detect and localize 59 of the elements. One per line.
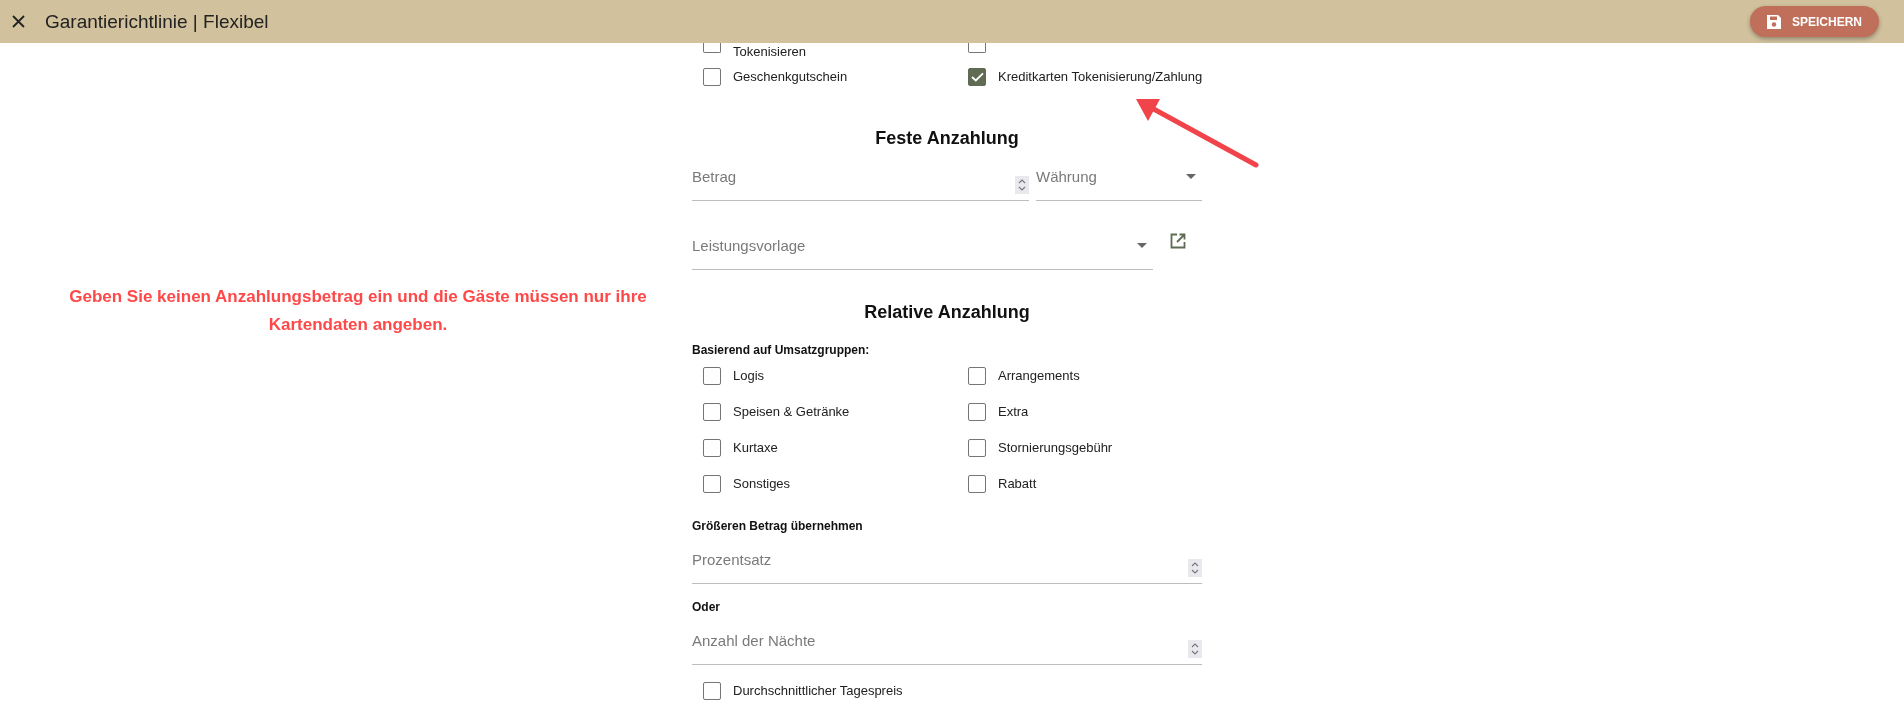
dropdown-caret-icon[interactable]	[1137, 243, 1147, 248]
checkbox[interactable]	[703, 43, 721, 53]
checkbox-label: Rabatt	[998, 475, 1037, 493]
save-icon	[1766, 13, 1782, 30]
checkbox-label: Geschenkgutschein	[733, 68, 848, 86]
section-heading: Feste Anzahlung	[874, 128, 1020, 149]
checkbox[interactable]	[703, 682, 721, 700]
checkmark-icon	[970, 72, 984, 82]
checkbox[interactable]	[968, 367, 986, 385]
checkbox-label: Logis	[733, 367, 765, 385]
checkbox-item[interactable]: Durchschnittlicher Tagespreis	[703, 682, 968, 700]
checkbox[interactable]	[968, 403, 986, 421]
currency-select[interactable]: Währung	[1036, 162, 1182, 190]
checkbox-label: Tokenisieren	[733, 43, 806, 61]
close-icon[interactable]	[12, 15, 25, 28]
checkbox-label: Stornierungsgebühr	[998, 439, 1113, 457]
group-label: Basierend auf Umsatzgruppen:	[692, 343, 871, 357]
option-label: Oder	[692, 600, 721, 614]
checkbox[interactable]	[703, 403, 721, 421]
checkbox[interactable]	[968, 439, 986, 457]
percentage-field[interactable]: Prozentsatz	[692, 545, 1188, 573]
dropdown-caret-icon[interactable]	[1186, 174, 1196, 179]
hint-text: Geben Sie keinen Anzahlungsbetrag ein und die Gäste müssen nur ihre Kartendaten angeben.	[68, 286, 648, 336]
checkbox-label: Extra	[998, 403, 1029, 421]
page-title: Garantierichtlinie | Flexibel	[45, 10, 269, 33]
save-button[interactable]: SPEICHERN	[1750, 6, 1879, 37]
checkbox-item[interactable]: Rabatt	[968, 475, 1213, 493]
checkbox-item[interactable]: Kurtaxe	[703, 439, 968, 457]
checkbox-item[interactable]: Geschenkgutschein	[703, 68, 968, 86]
spinner-icon[interactable]	[1015, 176, 1029, 194]
spinner-icon[interactable]	[1188, 640, 1202, 658]
checkbox[interactable]	[703, 475, 721, 493]
checkbox-label: Arrangements	[998, 367, 1080, 385]
checkbox-item[interactable]: Arrangements	[968, 367, 1213, 385]
spinner-icon[interactable]	[1188, 559, 1202, 577]
checkbox[interactable]	[703, 439, 721, 457]
checkbox-label: Speisen & Getränke	[733, 403, 850, 421]
checkbox-label: Kreditkarten Tokenisierung/Zahlung	[998, 68, 1203, 86]
checkbox-item[interactable]: Stornierungsgebühr	[968, 439, 1213, 457]
checkbox-item[interactable]: Speisen & Getränke	[703, 403, 968, 421]
option-label: Größeren Betrag übernehmen	[692, 519, 864, 533]
section-heading: Relative Anzahlung	[863, 302, 1031, 323]
checkbox-item[interactable]: Kreditkarten Tokenisierung/Zahlung	[968, 68, 1213, 86]
service-template-select[interactable]: Leistungsvorlage	[692, 231, 1133, 259]
checkbox-item[interactable]: Tokenisieren	[703, 43, 968, 61]
checkbox[interactable]	[968, 68, 986, 86]
checkbox[interactable]	[968, 43, 986, 53]
checkbox-label: Durchschnittlicher Tagespreis	[733, 682, 903, 700]
checkbox-label: Kurtaxe	[733, 439, 778, 457]
checkbox-item[interactable]: Logis	[703, 367, 968, 385]
checkbox-item[interactable]: Sonstiges	[703, 475, 968, 493]
nights-field[interactable]: Anzahl der Nächte	[692, 626, 1188, 654]
open-external-icon[interactable]	[1170, 233, 1186, 249]
checkbox[interactable]	[703, 367, 721, 385]
checkbox[interactable]	[703, 68, 721, 86]
checkbox[interactable]	[968, 475, 986, 493]
checkbox-label: Sonstiges	[733, 475, 791, 493]
amount-field[interactable]: Betrag	[692, 162, 1015, 190]
checkbox-item[interactable]: Extra	[968, 403, 1213, 421]
